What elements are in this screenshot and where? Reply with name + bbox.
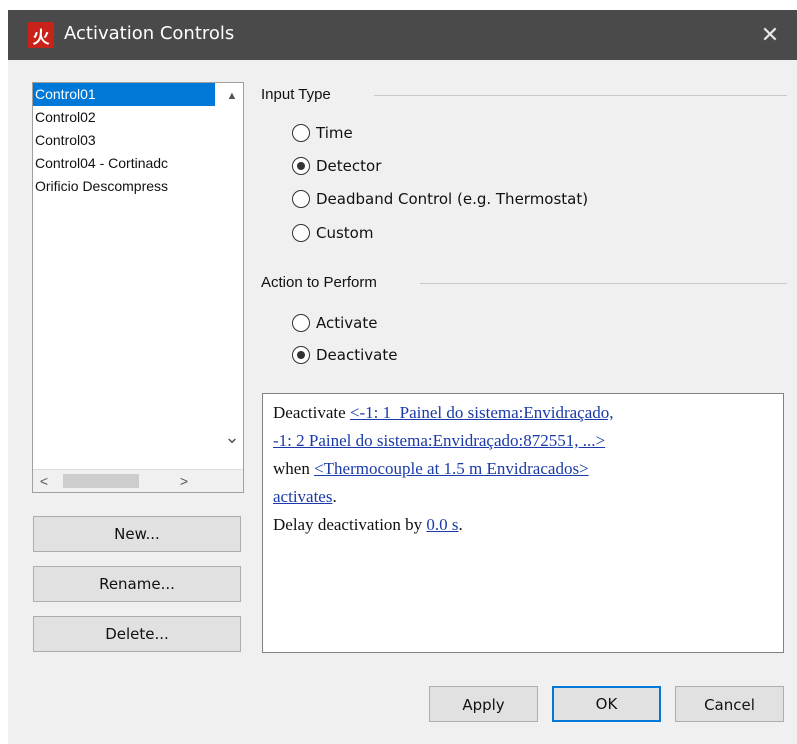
- list-item-control01[interactable]: Control01: [33, 83, 215, 106]
- input-type-divider: [374, 95, 787, 96]
- radio-time[interactable]: Time: [292, 121, 353, 145]
- detector-link[interactable]: <Thermocouple at 1.5 m Envidracados>: [314, 459, 589, 478]
- radio-custom-button[interactable]: [292, 224, 310, 242]
- radio-custom-label: Custom: [316, 224, 374, 242]
- list-item-control04[interactable]: Control04 - Cortinadc: [33, 152, 215, 175]
- rename-button[interactable]: Rename...: [33, 566, 241, 602]
- app-icon: 火: [28, 22, 54, 48]
- delay-link[interactable]: 0.0 s: [426, 515, 458, 534]
- controls-list[interactable]: Control01 Control02 Control03 Control04 …: [32, 82, 244, 493]
- input-type-title: Input Type: [261, 86, 331, 103]
- radio-activate[interactable]: Activate: [292, 311, 377, 335]
- activation-summary: Deactivate <-1: 1_Painel do sistema:Envi…: [262, 393, 784, 653]
- radio-time-button[interactable]: [292, 124, 310, 142]
- radio-deadband-button[interactable]: [292, 190, 310, 208]
- delete-button[interactable]: Delete...: [33, 616, 241, 652]
- scroll-right-icon[interactable]: >: [173, 470, 195, 492]
- action-divider: [420, 283, 787, 284]
- radio-activate-label: Activate: [316, 314, 378, 332]
- objects-link[interactable]: <-1: 1_Painel do sistema:Envidraçado,: [350, 403, 614, 422]
- cancel-button[interactable]: Cancel: [675, 686, 784, 722]
- radio-deactivate-label: Deactivate: [316, 346, 398, 364]
- summary-prefix: Deactivate: [273, 403, 350, 422]
- apply-button[interactable]: Apply: [429, 686, 538, 722]
- delay-text: Delay deactivation by: [273, 515, 427, 534]
- action-title: Action to Perform: [261, 274, 377, 291]
- event-link[interactable]: activates: [273, 487, 332, 506]
- close-button[interactable]: ✕: [753, 18, 787, 52]
- when-text: when: [273, 459, 315, 478]
- radio-detector-label: Detector: [316, 157, 382, 175]
- radio-deactivate-button[interactable]: [292, 346, 310, 364]
- list-item-control03[interactable]: Control03: [33, 129, 215, 152]
- list-item-control02[interactable]: Control02: [33, 106, 215, 129]
- radio-deadband-label: Deadband Control (e.g. Thermostat): [316, 190, 589, 208]
- new-button[interactable]: New...: [33, 516, 241, 552]
- radio-deadband[interactable]: Deadband Control (e.g. Thermostat): [292, 187, 588, 211]
- title-bar: 火 Activation Controls ✕: [8, 10, 797, 60]
- event-period: .: [332, 487, 337, 506]
- ok-button[interactable]: OK: [552, 686, 661, 722]
- horizontal-scroll-thumb[interactable]: [63, 474, 139, 488]
- scroll-up-icon[interactable]: ▲: [221, 85, 243, 107]
- window-title: Activation Controls: [64, 23, 235, 44]
- radio-detector[interactable]: Detector: [292, 154, 381, 178]
- scroll-down-icon[interactable]: ⌄: [221, 426, 243, 448]
- radio-custom[interactable]: Custom: [292, 221, 373, 245]
- list-item-orificio[interactable]: Orificio Descompress: [33, 175, 215, 198]
- radio-activate-button[interactable]: [292, 314, 310, 332]
- scroll-left-icon[interactable]: <: [33, 470, 55, 492]
- radio-time-label: Time: [316, 124, 353, 142]
- delay-period: .: [458, 515, 463, 534]
- objects-link-continued[interactable]: -1: 2 Painel do sistema:Envidraçado:8725…: [273, 431, 605, 450]
- dialog-body: Control01 Control02 Control03 Control04 …: [8, 60, 797, 744]
- radio-detector-button[interactable]: [292, 157, 310, 175]
- horizontal-scrollbar[interactable]: < >: [33, 469, 243, 492]
- vertical-scrollbar[interactable]: ▲ ⌄: [221, 83, 243, 468]
- radio-deactivate[interactable]: Deactivate: [292, 343, 397, 367]
